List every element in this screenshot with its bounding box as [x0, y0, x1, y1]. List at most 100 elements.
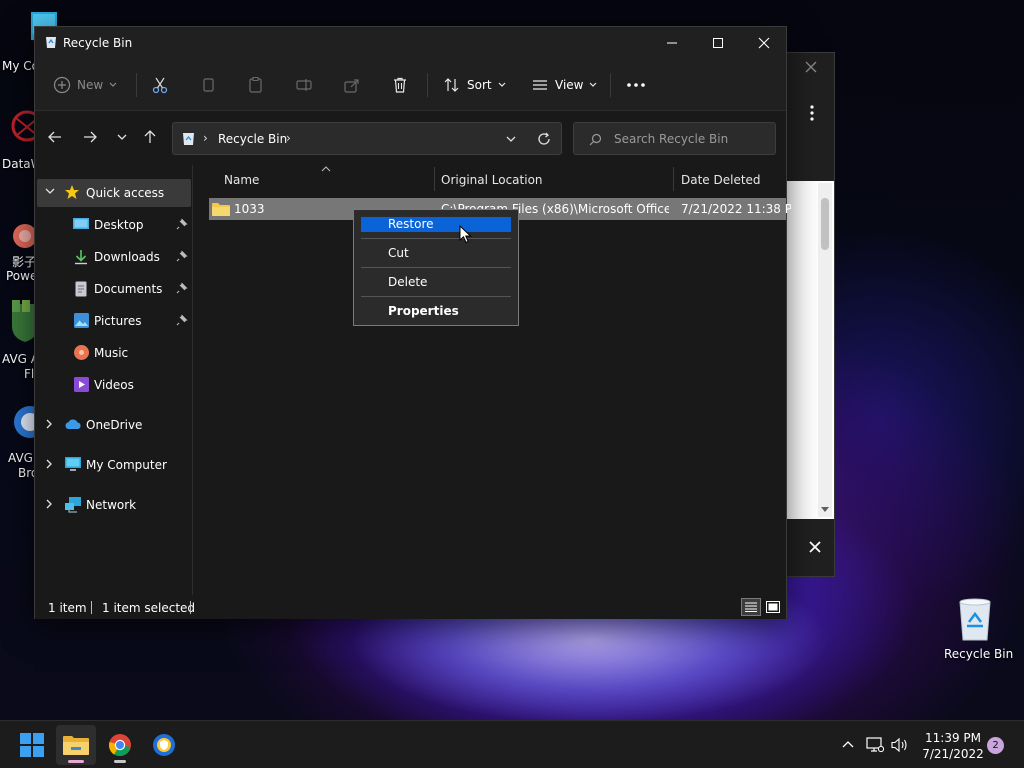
running-indicator	[68, 760, 84, 763]
address-bar[interactable]: › Recycle Bin ›	[172, 122, 562, 155]
back-button[interactable]	[42, 124, 68, 150]
running-indicator	[114, 760, 126, 763]
arrow-left-icon	[48, 131, 61, 143]
new-button[interactable]: New	[53, 71, 117, 99]
up-button[interactable]	[137, 124, 163, 150]
status-divider	[91, 601, 92, 614]
desktop-icon-recycle-bin[interactable]: Recycle Bin	[940, 596, 1013, 661]
column-header-original-location[interactable]: Original Location	[441, 173, 543, 187]
notification-badge[interactable]: 2	[987, 737, 1004, 754]
network-icon	[65, 497, 81, 513]
breadcrumb-chevron-icon[interactable]: ›	[203, 131, 208, 145]
copy-button[interactable]	[199, 71, 217, 99]
pin-icon[interactable]	[176, 218, 188, 230]
pin-icon[interactable]	[176, 282, 188, 294]
chevron-right-icon[interactable]	[45, 419, 53, 429]
more-options-icon[interactable]	[809, 104, 815, 122]
breadcrumb-chevron-icon[interactable]: ›	[286, 131, 291, 145]
chevron-down-icon[interactable]	[506, 136, 516, 142]
nav-item-label: Music	[94, 346, 129, 360]
nav-item-videos[interactable]: Videos	[37, 371, 191, 399]
context-menu-label: Delete	[388, 275, 428, 289]
taskbar-chrome[interactable]	[100, 725, 140, 765]
context-menu-label: Restore	[388, 217, 434, 231]
chevron-down-icon	[117, 134, 127, 140]
windows-logo-icon	[20, 733, 44, 757]
system-clock[interactable]: 11:39 PM 7/21/2022	[918, 730, 988, 762]
close-button[interactable]	[741, 27, 787, 59]
taskbar-avg-browser[interactable]	[144, 725, 184, 765]
close-icon	[758, 37, 770, 49]
status-bar: 1 item 1 item selected	[35, 595, 786, 619]
scrollbar-thumb[interactable]	[821, 198, 829, 250]
browser-shield-icon	[153, 734, 175, 756]
close-icon[interactable]	[808, 540, 822, 554]
forward-button[interactable]	[77, 124, 103, 150]
sort-button[interactable]: Sort	[443, 71, 506, 99]
network-status-icon[interactable]	[866, 737, 884, 753]
share-button[interactable]	[343, 71, 361, 99]
column-divider[interactable]	[673, 167, 674, 191]
nav-item-label: Documents	[94, 282, 163, 296]
video-icon	[74, 377, 89, 392]
cut-button[interactable]	[151, 71, 169, 99]
nav-my-computer[interactable]: My Computer	[37, 451, 191, 479]
context-menu-properties[interactable]: Properties	[361, 304, 511, 319]
nav-network-label: Network	[86, 498, 137, 512]
chevron-right-icon[interactable]	[45, 459, 53, 469]
details-view-icon	[745, 602, 757, 612]
context-menu-cut[interactable]: Cut	[361, 246, 511, 261]
recycle-bin-icon	[183, 133, 194, 145]
nav-onedrive[interactable]: OneDrive	[37, 411, 191, 439]
nav-item-documents[interactable]: Documents	[37, 275, 191, 303]
chevron-right-icon[interactable]	[45, 499, 53, 509]
navigation-pane: Quick access Desktop Downloads Documents…	[35, 165, 193, 595]
large-icons-view-button[interactable]	[763, 598, 783, 616]
chevron-down-icon[interactable]	[45, 187, 55, 195]
title-bar[interactable]: Recycle Bin	[35, 27, 786, 59]
see-more-button[interactable]	[626, 71, 646, 99]
pin-icon[interactable]	[176, 250, 188, 262]
nav-network[interactable]: Network	[37, 491, 191, 519]
breadcrumb-recycle-bin[interactable]: Recycle Bin	[218, 132, 287, 146]
music-icon	[74, 345, 89, 360]
column-divider[interactable]	[434, 167, 435, 191]
chevron-up-icon[interactable]	[842, 740, 854, 748]
context-menu: Restore Cut Delete Properties	[353, 209, 519, 326]
mouse-cursor-icon	[459, 225, 472, 244]
start-button[interactable]	[12, 725, 52, 765]
chevron-down-icon	[590, 82, 597, 87]
refresh-icon[interactable]	[537, 132, 551, 146]
sort-ascending-icon	[321, 166, 331, 172]
nav-quick-access[interactable]: Quick access	[37, 179, 191, 207]
search-box[interactable]: Search Recycle Bin	[573, 122, 776, 155]
pin-icon[interactable]	[176, 314, 188, 326]
volume-icon[interactable]	[891, 737, 909, 753]
paste-button[interactable]	[247, 71, 265, 99]
view-button[interactable]: View	[531, 71, 597, 99]
recycle-bin-icon	[46, 37, 56, 48]
taskbar-file-explorer[interactable]	[56, 725, 96, 765]
view-button-label: View	[555, 78, 584, 92]
arrow-right-icon	[84, 131, 97, 143]
nav-item-downloads[interactable]: Downloads	[37, 243, 191, 271]
column-header-date-deleted[interactable]: Date Deleted	[681, 173, 761, 187]
minimize-button[interactable]	[649, 27, 695, 59]
context-menu-delete[interactable]: Delete	[361, 275, 511, 290]
context-menu-restore[interactable]: Restore	[361, 217, 511, 232]
desktop-icon-label: Fl	[24, 367, 35, 381]
nav-item-music[interactable]: Music	[37, 339, 191, 367]
computer-icon	[65, 457, 81, 471]
details-view-button[interactable]	[741, 598, 761, 616]
delete-button[interactable]	[391, 71, 409, 99]
minimize-icon	[667, 42, 677, 44]
nav-item-desktop[interactable]: Desktop	[37, 211, 191, 239]
scroll-down-icon[interactable]	[820, 506, 830, 514]
recent-locations-button[interactable]	[109, 124, 135, 150]
rename-button[interactable]	[295, 71, 313, 99]
maximize-button[interactable]	[695, 27, 741, 59]
column-header-name[interactable]: Name	[224, 173, 259, 187]
close-icon[interactable]	[804, 60, 818, 74]
nav-item-pictures[interactable]: Pictures	[37, 307, 191, 335]
nav-my-computer-label: My Computer	[86, 458, 167, 472]
